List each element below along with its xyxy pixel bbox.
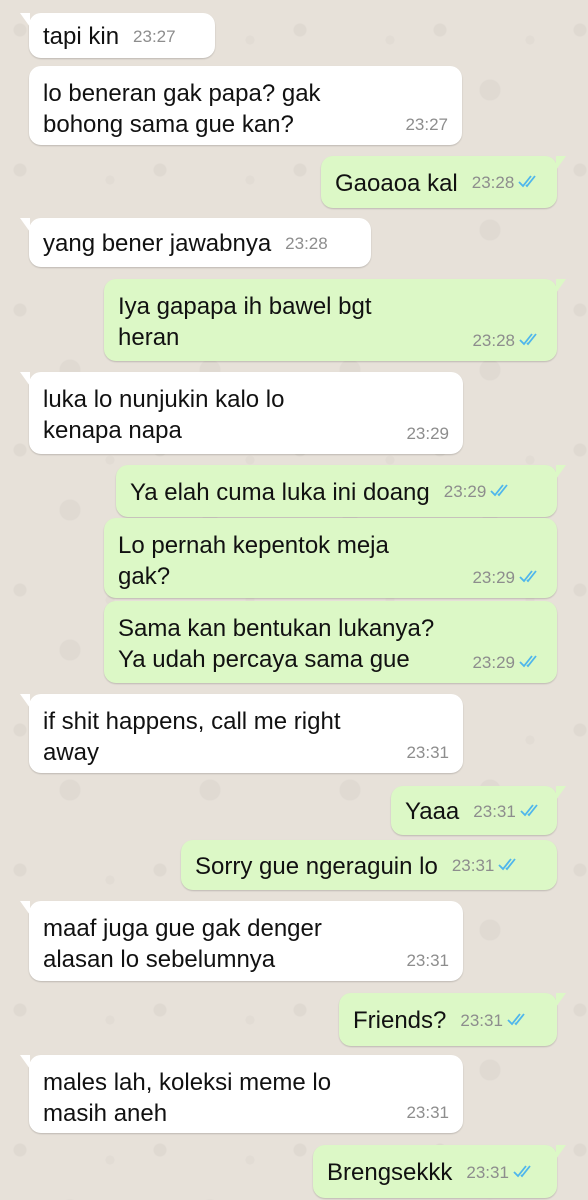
message-timestamp: 23:28	[471, 173, 515, 192]
message-meta: 23:31	[406, 1103, 449, 1123]
message-meta: 23:31	[406, 743, 449, 763]
message-timestamp: 23:28	[285, 233, 328, 253]
chat-message-list[interactable]: tapi kin 23:27 lo beneran gak papa? gak bo…	[0, 0, 588, 1200]
read-double-check-icon	[520, 802, 544, 822]
message-timestamp: 23:31	[406, 951, 449, 970]
message-meta: 23:31	[406, 951, 449, 971]
message-text: Sorry gue ngeraguin lo	[195, 852, 438, 880]
read-double-check-icon	[519, 568, 543, 588]
message-text: Iya gapapa ih bawel bgt heran	[118, 293, 372, 351]
outgoing-message-bubble[interactable]: Gaoaoa kal 23:28	[321, 156, 566, 208]
read-double-check-icon	[498, 856, 522, 876]
message-text: Brengsekkk	[327, 1159, 453, 1186]
message-meta: 23:31	[452, 856, 523, 876]
message-text: Yaaa	[405, 798, 460, 825]
message-meta: 23:31	[466, 1163, 537, 1183]
read-double-check-icon	[519, 653, 543, 673]
read-double-check-icon	[507, 1011, 531, 1031]
message-text: Friends?	[353, 1007, 447, 1034]
message-meta: 23:28	[472, 173, 543, 193]
incoming-message-bubble[interactable]: lo beneran gak papa? gak bohong sama gue…	[29, 66, 462, 145]
bubble-tail	[556, 156, 566, 170]
incoming-message-bubble[interactable]: maaf juga gue gak denger alasan lo sebel…	[20, 901, 463, 981]
message-timestamp: 23:27	[133, 26, 176, 46]
message-meta: 23:29	[406, 424, 449, 444]
read-double-check-icon	[513, 1163, 537, 1183]
outgoing-message-bubble[interactable]: Brengsekkk 23:31	[313, 1145, 566, 1198]
message-timestamp: 23:28	[472, 331, 515, 350]
incoming-message-bubble[interactable]: males lah, koleksi meme lo masih aneh 23:…	[20, 1055, 463, 1133]
message-text: lo beneran gak papa? gak bohong sama gue…	[43, 80, 321, 138]
message-text: luka lo nunjukin kalo lo kenapa napa	[43, 386, 285, 444]
message-text: Sama kan bentukan lukanya? Ya udah perca…	[118, 615, 435, 673]
message-text: Gaoaoa kal	[335, 169, 458, 197]
bubble-tail	[20, 901, 30, 915]
read-double-check-icon	[490, 482, 514, 502]
message-timestamp: 23:27	[405, 115, 448, 134]
bubble-tail	[20, 218, 30, 232]
outgoing-message-bubble[interactable]: Ya elah cuma luka ini doang 23:29	[116, 465, 566, 517]
read-double-check-icon	[518, 173, 542, 193]
message-meta: 23:29	[472, 568, 543, 588]
message-meta: 23:27	[133, 27, 176, 47]
incoming-message-bubble[interactable]: tapi kin 23:27	[20, 13, 215, 58]
message-timestamp: 23:29	[472, 653, 515, 672]
bubble-tail	[556, 279, 566, 293]
bubble-tail	[556, 465, 566, 479]
outgoing-message-bubble[interactable]: Lo pernah kepentok meja gak? 23:29	[104, 518, 557, 598]
outgoing-message-bubble[interactable]: Sorry gue ngeraguin lo 23:31	[181, 840, 557, 890]
message-timestamp: 23:31	[406, 1103, 449, 1122]
outgoing-message-bubble[interactable]: Iya gapapa ih bawel bgt heran 23:28	[104, 279, 566, 361]
message-text: if shit happens, call me right away	[43, 708, 341, 766]
message-text: males lah, koleksi meme lo masih aneh	[43, 1069, 332, 1127]
message-text: Lo pernah kepentok meja gak?	[118, 532, 389, 590]
bubble-tail	[556, 1145, 566, 1159]
bubble-tail	[556, 786, 566, 800]
message-meta: 23:29	[472, 653, 543, 673]
message-meta: 23:29	[444, 482, 515, 502]
message-timestamp: 23:31	[451, 856, 495, 875]
bubble-tail	[556, 993, 566, 1007]
message-meta: 23:28	[472, 331, 543, 351]
bubble-tail	[20, 13, 30, 27]
message-meta: 23:28	[285, 234, 328, 254]
message-timestamp: 23:31	[406, 743, 449, 762]
message-meta: 23:31	[460, 1011, 531, 1031]
bubble-tail	[20, 1055, 30, 1069]
message-meta: 23:31	[473, 802, 544, 822]
message-timestamp: 23:29	[406, 424, 449, 443]
message-timestamp: 23:31	[473, 801, 516, 821]
outgoing-message-bubble[interactable]: Yaaa 23:31	[391, 786, 566, 835]
incoming-message-bubble[interactable]: if shit happens, call me right away 23:31	[20, 694, 463, 773]
incoming-message-bubble[interactable]: yang bener jawabnya 23:28	[20, 218, 371, 267]
bubble-tail	[20, 372, 30, 386]
message-timestamp: 23:31	[460, 1010, 503, 1030]
message-timestamp: 23:29	[472, 568, 515, 587]
read-double-check-icon	[519, 331, 543, 351]
message-timestamp: 23:31	[466, 1162, 509, 1182]
message-text: yang bener jawabnya	[43, 230, 272, 257]
outgoing-message-bubble[interactable]: Friends? 23:31	[339, 993, 566, 1046]
message-text: tapi kin	[43, 23, 120, 50]
message-text: Ya elah cuma luka ini doang	[130, 478, 430, 506]
incoming-message-bubble[interactable]: luka lo nunjukin kalo lo kenapa napa 23:2…	[20, 372, 463, 454]
message-meta: 23:27	[405, 115, 448, 135]
bubble-tail	[20, 694, 30, 708]
message-timestamp: 23:29	[443, 482, 487, 501]
message-text: maaf juga gue gak denger alasan lo sebel…	[43, 915, 322, 973]
outgoing-message-bubble[interactable]: Sama kan bentukan lukanya? Ya udah perca…	[104, 601, 557, 683]
